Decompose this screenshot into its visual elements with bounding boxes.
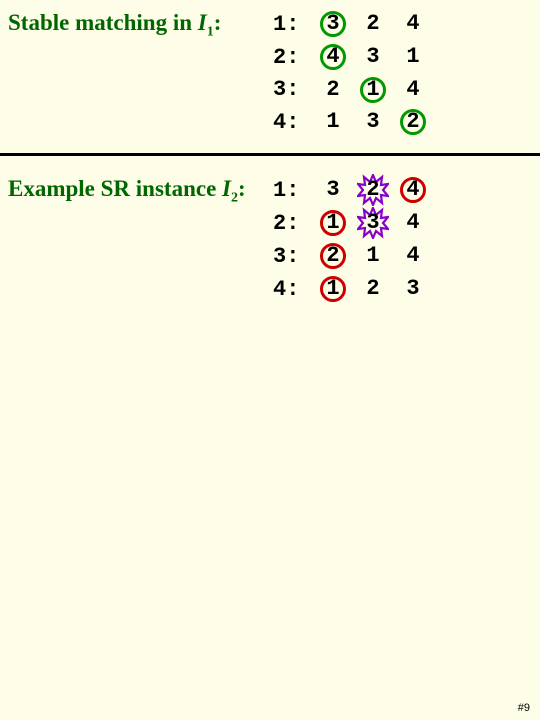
row-id: 3: — [273, 74, 313, 106]
pref-cell: 1 — [313, 106, 353, 138]
pref-row: 4: 1 3 2 — [273, 106, 433, 139]
section1-label: Stable matching in I1: — [8, 8, 273, 41]
pref-cell: 3 — [313, 174, 353, 206]
pref-row: 1: 3 2 4 — [273, 8, 433, 41]
pref-cell: 2 — [313, 240, 353, 272]
label-text: Stable matching in — [8, 10, 198, 35]
pref-cell: 1 — [353, 74, 393, 106]
pref-value: 1 — [366, 77, 379, 102]
pref-value: 4 — [326, 44, 339, 69]
pref-row: 4: 1 2 3 — [273, 273, 433, 306]
divider — [0, 153, 540, 156]
pref-cell: 3 — [313, 8, 353, 40]
pref-value: 4 — [406, 77, 419, 102]
section2-label: Example SR instance I2: — [8, 174, 273, 207]
pref-cell: 2 — [313, 74, 353, 106]
pref-row: 2: 4 3 1 — [273, 41, 433, 74]
pref-value: 4 — [406, 11, 419, 36]
section1-preferences: 1: 3 2 4 2: 4 3 1 3: 2 1 4 4: 1 3 2 — [273, 8, 433, 139]
section-stable-matching: Stable matching in I1: 1: 3 2 4 2: 4 3 1 3: 2 1 4 4:… — [0, 0, 540, 147]
pref-value: 3 — [326, 177, 339, 202]
pref-value: 2 — [366, 11, 379, 36]
pref-value: 2 — [406, 109, 419, 134]
pref-value: 4 — [406, 210, 419, 235]
pref-value: 1 — [326, 276, 339, 301]
section-sr-instance: Example SR instance I2: 1: 3 2 4 2: 1 3 4 3: 2 1 4 4… — [0, 166, 540, 313]
pref-cell: 2 — [353, 273, 393, 305]
pref-row: 3: 2 1 4 — [273, 74, 433, 107]
pref-row: 2: 1 3 4 — [273, 207, 433, 240]
pref-value: 1 — [326, 109, 339, 134]
label-sub: 2 — [231, 191, 238, 206]
label-sub: 1 — [207, 25, 214, 40]
row-id: 1: — [273, 9, 313, 41]
pref-cell: 3 — [393, 273, 433, 305]
pref-cell: 4 — [393, 207, 433, 239]
pref-cell: 3 — [353, 207, 393, 239]
pref-cell: 2 — [353, 8, 393, 40]
pref-cell: 4 — [393, 74, 433, 106]
row-id: 4: — [273, 107, 313, 139]
pref-value: 2 — [366, 276, 379, 301]
pref-value: 3 — [366, 210, 379, 235]
row-id: 3: — [273, 241, 313, 273]
pref-value: 4 — [406, 243, 419, 268]
pref-row: 3: 2 1 4 — [273, 240, 433, 273]
pref-value: 1 — [406, 44, 419, 69]
label-var: I — [222, 176, 231, 201]
pref-value: 3 — [406, 276, 419, 301]
pref-cell: 1 — [313, 273, 353, 305]
section2-preferences: 1: 3 2 4 2: 1 3 4 3: 2 1 4 4: 1 2 3 — [273, 174, 433, 305]
pref-value: 3 — [326, 11, 339, 36]
row-id: 2: — [273, 42, 313, 74]
pref-value: 1 — [366, 243, 379, 268]
pref-row: 1: 3 2 4 — [273, 174, 433, 207]
row-id: 1: — [273, 175, 313, 207]
pref-cell: 4 — [393, 240, 433, 272]
pref-cell: 4 — [393, 174, 433, 206]
pref-value: 1 — [326, 210, 339, 235]
pref-cell: 3 — [353, 41, 393, 73]
pref-value: 4 — [406, 177, 419, 202]
pref-cell: 1 — [353, 240, 393, 272]
pref-value: 3 — [366, 44, 379, 69]
pref-value: 2 — [326, 77, 339, 102]
row-id: 2: — [273, 208, 313, 240]
label-var: I — [198, 10, 207, 35]
pref-cell: 2 — [353, 174, 393, 206]
pref-value: 2 — [366, 177, 379, 202]
pref-cell: 2 — [393, 106, 433, 138]
pref-cell: 1 — [313, 207, 353, 239]
row-id: 4: — [273, 274, 313, 306]
pref-value: 2 — [326, 243, 339, 268]
pref-cell: 4 — [313, 41, 353, 73]
label-text: Example SR instance — [8, 176, 222, 201]
page-number: #9 — [518, 702, 530, 714]
pref-cell: 1 — [393, 41, 433, 73]
pref-cell: 3 — [353, 106, 393, 138]
pref-cell: 4 — [393, 8, 433, 40]
pref-value: 3 — [366, 109, 379, 134]
